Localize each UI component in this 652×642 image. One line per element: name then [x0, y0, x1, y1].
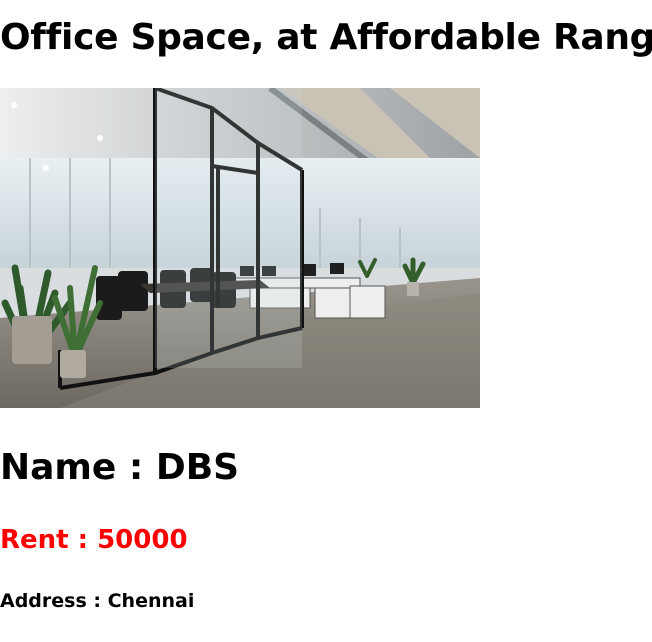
office-photo	[0, 88, 480, 408]
listing-address: Address : Chennai	[0, 590, 195, 612]
listing-name: Name : DBS	[0, 447, 240, 488]
page: Office Space, at Affordable Range Name:…	[0, 0, 652, 642]
page-title: Office Space, at Affordable Range	[0, 17, 652, 58]
listing-rent: Rent : 50000	[0, 525, 188, 555]
